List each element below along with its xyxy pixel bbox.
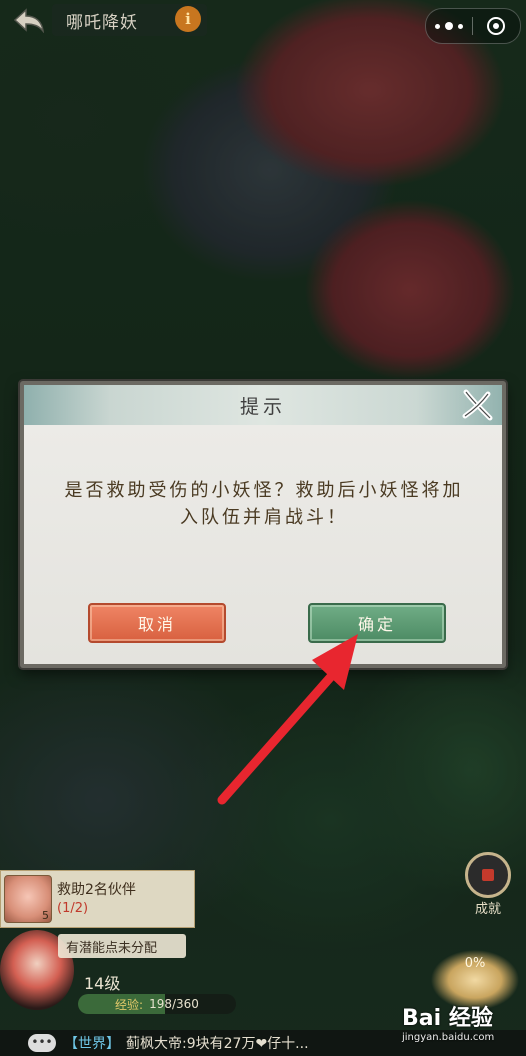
chat-channel: 【世界】: [64, 1036, 120, 1052]
capsule-close-icon[interactable]: [473, 9, 519, 43]
info-icon[interactable]: i: [175, 6, 201, 32]
rescue-prompt-dialog: 提示 是否救助受伤的小妖怪？救助后小妖怪将加入队伍并肩战斗！ 取消 确定: [20, 381, 506, 668]
game-title: 哪吒降妖: [66, 12, 138, 33]
lotus-percent: 0%: [464, 956, 486, 971]
rescue-count: 5: [42, 909, 49, 922]
more-dots-icon[interactable]: [426, 9, 472, 43]
back-arrow-icon: [13, 8, 44, 33]
baidu-jingyan-watermark: Bai 经验 jingyan.baidu.com: [402, 1000, 526, 1052]
dialog-header: 提示: [24, 385, 502, 425]
dialog-title: 提示: [239, 395, 286, 418]
rescue-quest-card[interactable]: 5 救助2名伙伴 (1/2): [0, 870, 195, 928]
cancel-button[interactable]: 取消: [88, 603, 226, 643]
brush-close-icon[interactable]: [460, 388, 494, 422]
achievement-label: 成就: [474, 902, 501, 917]
exp-text: 经验: 198/360: [78, 994, 236, 1014]
peach-icon: 5: [4, 875, 52, 923]
watermark-url: jingyan.baidu.com: [402, 1032, 495, 1043]
player-level: 14级: [84, 974, 121, 993]
unassigned-points-tip[interactable]: 有潜能点未分配: [58, 934, 186, 958]
achievement-button[interactable]: 成就: [460, 852, 516, 917]
exp-value: 198/360: [149, 997, 199, 1011]
chat-bubble-icon[interactable]: •••: [28, 1034, 56, 1052]
mini-program-capsule: [425, 8, 521, 44]
exp-label: 经验:: [115, 997, 144, 1012]
top-bar: 哪吒降妖 i: [0, 0, 526, 44]
rescue-quest-progress: (1/2): [57, 901, 89, 916]
watermark-logo: Bai 经验: [402, 1006, 493, 1031]
back-button[interactable]: [6, 4, 52, 36]
chat-message: 蓟枫大帝:9块有27万❤仔十...: [126, 1036, 309, 1052]
rescue-quest-title: 救助2名伙伴: [57, 882, 136, 898]
dialog-message: 是否救助受伤的小妖怪？救助后小妖怪将加入队伍并肩战斗！: [64, 480, 464, 528]
exp-bar: 经验: 198/360: [78, 994, 236, 1014]
confirm-button[interactable]: 确定: [308, 603, 446, 643]
achievement-icon: [465, 852, 511, 898]
